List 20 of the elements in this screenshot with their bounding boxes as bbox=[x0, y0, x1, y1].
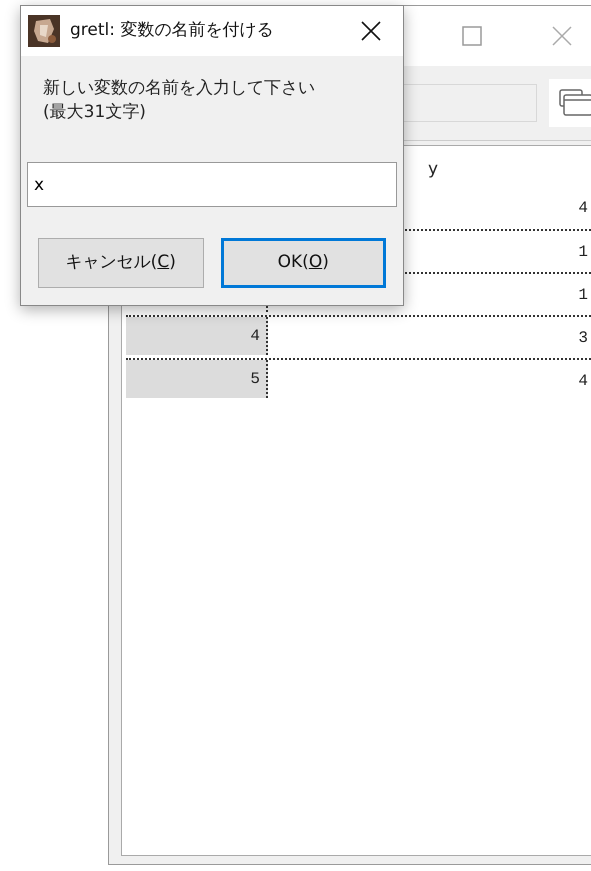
app-icon bbox=[28, 15, 60, 47]
prompt-text: 新しい変数の名前を入力して下さい bbox=[43, 77, 316, 100]
close-icon bbox=[552, 26, 572, 46]
maximize-icon bbox=[462, 26, 482, 46]
table-cell-text: 3 bbox=[578, 328, 588, 348]
row-index: 5 bbox=[250, 369, 260, 390]
toolbar-button[interactable] bbox=[549, 79, 591, 127]
table-cell-text: 1 bbox=[578, 242, 588, 262]
row-index: 4 bbox=[250, 326, 260, 347]
windows-icon bbox=[559, 89, 591, 117]
table-cell-text: 1 bbox=[578, 284, 588, 306]
dialog-button[interactable]: OK(O) bbox=[220, 238, 386, 288]
dialog-title: gretl: 変数の名前を付ける bbox=[70, 19, 274, 42]
column-header[interactable]: y bbox=[428, 157, 438, 183]
name-field[interactable]: x bbox=[27, 162, 397, 207]
table-cell-text: 4 bbox=[578, 370, 588, 392]
table-cell-text: 4 bbox=[578, 198, 588, 218]
prompt-text: (最大31文字) bbox=[43, 101, 147, 124]
dialog-button[interactable]: キャンセル(C) bbox=[38, 238, 204, 288]
close-icon bbox=[361, 21, 381, 41]
